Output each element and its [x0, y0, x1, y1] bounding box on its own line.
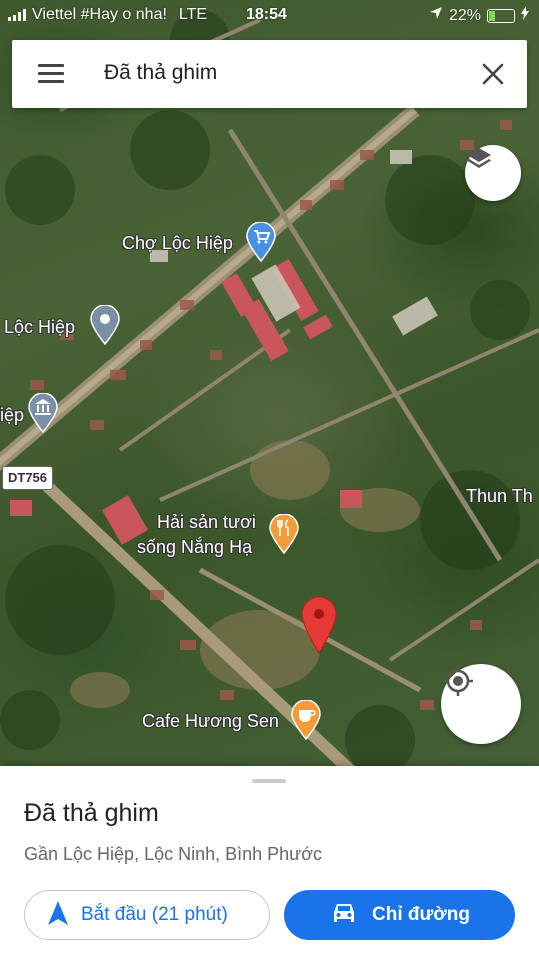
start-navigation-button[interactable]: Bắt đầu (21 phút) [24, 890, 270, 940]
place-title: Đã thả ghim [24, 799, 159, 827]
signal-icon [8, 9, 26, 21]
start-navigation-label: Bắt đầu (21 phút) [81, 904, 228, 925]
menu-icon[interactable] [38, 64, 64, 84]
poi-label-cho-loc-hiep[interactable]: Chợ Lộc Hiệp [122, 233, 233, 254]
charging-icon [521, 6, 529, 25]
poi-label-thun-partial[interactable]: Thun Th [466, 486, 533, 507]
close-icon[interactable] [481, 62, 505, 86]
place-address: Gần Lộc Hiệp, Lộc Ninh, Bình Phước [24, 844, 323, 864]
network-type: LTE [178, 6, 208, 23]
poi-label-loc-hiep[interactable]: Lộc Hiệp [4, 317, 75, 338]
search-query[interactable]: Đã thả ghim [104, 61, 217, 85]
poi-label-hiep-partial[interactable]: iệp [0, 405, 24, 426]
map-view[interactable]: Chợ Lộc Hiệp Lộc Hiệp iệp DT756 Thun Th … [0, 0, 539, 770]
road-shield-dt756: DT756 [2, 466, 54, 490]
layers-button[interactable] [465, 145, 521, 201]
directions-label: Chỉ đường [372, 904, 470, 925]
poi-label-hai-san-line2[interactable]: sống Nắng Hạ [137, 537, 252, 558]
drag-handle[interactable] [252, 779, 286, 783]
car-icon [330, 901, 358, 930]
location-arrow-icon [429, 6, 443, 25]
directions-button[interactable]: Chỉ đường [284, 890, 515, 940]
poi-label-cafe-huong-sen[interactable]: Cafe Hương Sen [142, 711, 279, 732]
poi-label-hai-san-line1[interactable]: Hải sản tươi [157, 512, 256, 533]
status-bar: Viettel #Hay o nha! LTE 18:54 22% [0, 0, 539, 32]
search-bar[interactable]: Đã thả ghim [12, 40, 527, 108]
status-time: 18:54 [246, 6, 287, 23]
battery-percent: 22% [448, 6, 481, 24]
my-location-button[interactable] [441, 664, 521, 744]
satellite-imagery [0, 10, 539, 770]
carrier-name: Viettel #Hay o nha! [32, 6, 167, 23]
navigation-arrow-icon [47, 900, 69, 931]
place-bottom-sheet[interactable]: Đã thả ghim Gần Lộc Hiệp, Lộc Ninh, Bình… [0, 766, 539, 960]
battery-icon [487, 8, 515, 23]
